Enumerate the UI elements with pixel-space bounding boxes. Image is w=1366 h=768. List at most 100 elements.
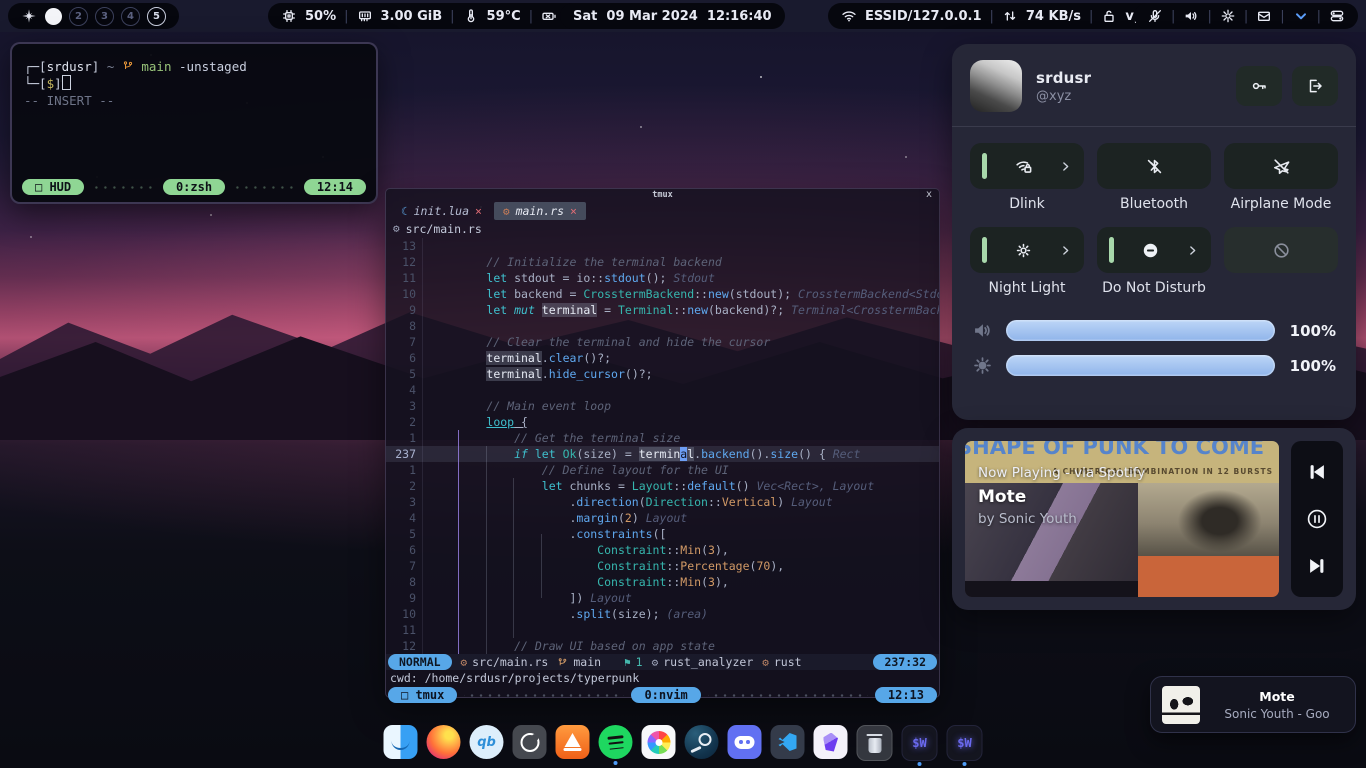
notification-album-thumb (1162, 686, 1200, 724)
brightness-slider[interactable] (1006, 355, 1275, 376)
git-branch-icon (557, 657, 568, 668)
code-line: 9 ]) Layout (386, 590, 939, 606)
line-number: 10 (386, 606, 423, 622)
control-center-icon[interactable] (1329, 8, 1345, 24)
chevron-right-icon[interactable] (1059, 160, 1072, 173)
previous-track-button[interactable] (1306, 461, 1328, 483)
line-number: 1 (386, 430, 423, 446)
system-tray-module: | | | | | (1134, 3, 1358, 29)
toggle-dlink[interactable] (970, 143, 1084, 189)
pause-button[interactable] (1306, 508, 1328, 530)
code-line: 11 let stdout = io::stdout(); Stdout (386, 270, 939, 286)
toggle-airplane-mode[interactable] (1224, 143, 1338, 189)
code-line: 7 // Clear the terminal and hide the cur… (386, 334, 939, 350)
mic-muted-icon[interactable] (1147, 8, 1163, 24)
dock-icon-vlc[interactable] (556, 725, 590, 759)
line-number: 3 (386, 494, 423, 510)
next-track-button[interactable] (1306, 555, 1328, 577)
wifi-lock-icon (1014, 157, 1033, 176)
workspace-5[interactable]: 5 (147, 7, 166, 26)
dock-icon-discord[interactable] (728, 725, 762, 759)
workspace-4[interactable]: 4 (121, 7, 140, 26)
indent-guide (513, 478, 514, 638)
dock-icon-terminal-1[interactable]: $W (902, 725, 938, 761)
logout-icon (1306, 77, 1324, 95)
volume-slider[interactable] (1006, 320, 1275, 341)
workspace-2[interactable]: 2 (69, 7, 88, 26)
starburst-logo[interactable] (21, 8, 37, 24)
cpu-icon (281, 8, 297, 24)
dock-icon-trash[interactable] (857, 725, 893, 761)
code-line: 4 .margin(2) Layout (386, 510, 939, 526)
editor-tab-init.lua[interactable]: ☾init.lua× (392, 202, 491, 220)
network-speed: 74 KB/s (1026, 9, 1081, 24)
dock-icon-qbittorrent[interactable]: qb (470, 725, 504, 759)
dock: qb $W$W (384, 725, 983, 761)
tab-close-icon[interactable]: × (475, 204, 482, 218)
album-art: SHAPE OF PUNK TO COME A CHIMERICAL BOMBI… (965, 441, 1279, 597)
window-close-button[interactable]: x (926, 189, 932, 200)
prompt-user: srdusr (47, 59, 92, 74)
chevron-down-icon[interactable] (1293, 8, 1309, 24)
tmux-window-nvim[interactable]: 0:nvim (631, 687, 700, 703)
dock-icon-obsidian[interactable] (814, 725, 848, 759)
statusline-branch: main (573, 655, 601, 669)
tmux-status-bar-editor: □ tmux 0:nvim 12:13 (388, 687, 937, 703)
dock-icon-spotify[interactable] (599, 725, 633, 759)
track-artist: by Sonic Youth (978, 511, 1077, 527)
code-line: 1 // Define layout for the UI (386, 462, 939, 478)
volume-icon[interactable] (1183, 8, 1199, 24)
toggle-empty[interactable] (1224, 227, 1338, 273)
tmux-session-hud[interactable]: □ HUD (22, 179, 84, 195)
chevron-right-icon[interactable] (1186, 244, 1199, 257)
notification-title: Mote (1210, 689, 1344, 704)
dock-icon-obs[interactable] (513, 725, 547, 759)
winbar-path: src/main.rs (406, 222, 482, 236)
dnd-icon (1141, 241, 1160, 260)
code-line: 8 Constraint::Min(3), (386, 574, 939, 590)
line-number: 12 (386, 254, 423, 270)
notifications-tray-icon[interactable] (1256, 8, 1272, 24)
line-number: 8 (386, 574, 423, 590)
key-icon (1250, 77, 1268, 95)
clock-module[interactable]: Sat 09 Mar 2024 12:16:40 (560, 3, 785, 29)
language-name: rust (774, 655, 802, 669)
tmux-session-main[interactable]: □ tmux (388, 687, 457, 703)
dock-icon-photos[interactable] (642, 725, 676, 759)
code-area[interactable]: 1312 // Initialize the terminal backend1… (386, 238, 939, 654)
rust-file-icon: ⚙ (503, 205, 510, 218)
toggle-bluetooth[interactable] (1097, 143, 1211, 189)
logout-button[interactable] (1292, 66, 1338, 106)
dock-icon-vscode[interactable] (771, 725, 805, 759)
dock-icon-steam[interactable] (685, 725, 719, 759)
toggle-night-light[interactable] (970, 227, 1084, 273)
toggle-active-indicator (1109, 237, 1114, 263)
code-line: 7 Constraint::Percentage(70), (386, 558, 939, 574)
hud-terminal-window[interactable]: ┌─[srdusr] ~ main -unstaged └─[$] -- INS… (10, 42, 378, 204)
network-module[interactable]: ESSID/127.0.0.1 | 74 KB/s | vpn (828, 3, 1165, 29)
code-line: 5 .constraints([ (386, 526, 939, 542)
settings-gear-icon[interactable] (1220, 8, 1236, 24)
line-number: 4 (386, 382, 423, 398)
chevron-right-icon[interactable] (1059, 244, 1072, 257)
tmux-window-zsh[interactable]: 0:zsh (163, 179, 225, 195)
tmux-clock-hud: 12:14 (304, 179, 366, 195)
toggle-do-not-disturb[interactable] (1097, 227, 1211, 273)
media-notification[interactable]: Mote Sonic Youth - Goo (1150, 676, 1356, 733)
brightness-icon (972, 355, 993, 376)
workspace-3[interactable]: 3 (95, 7, 114, 26)
dock-icon-terminal-2[interactable]: $W (947, 725, 983, 761)
editor-window[interactable]: tmux x ☾init.lua×⚙main.rs× ⚙ src/main.rs… (385, 188, 940, 698)
lsp-name: rust_analyzer (663, 655, 753, 669)
dock-icon-firefox[interactable] (427, 725, 461, 759)
code-line: 12 // Initialize the terminal backend (386, 254, 939, 270)
workspace-1[interactable] (45, 8, 62, 25)
dock-icon-file-manager[interactable] (384, 725, 418, 759)
line-number: 12 (386, 638, 423, 654)
code-line: 3 // Main event loop (386, 398, 939, 414)
tab-close-icon[interactable]: × (570, 204, 577, 218)
prompt-line-1: ┌─[srdusr] ~ main -unstaged (24, 58, 364, 75)
line-number: 8 (386, 318, 423, 334)
lock-keys-button[interactable] (1236, 66, 1282, 106)
editor-tab-main.rs[interactable]: ⚙main.rs× (494, 202, 586, 220)
